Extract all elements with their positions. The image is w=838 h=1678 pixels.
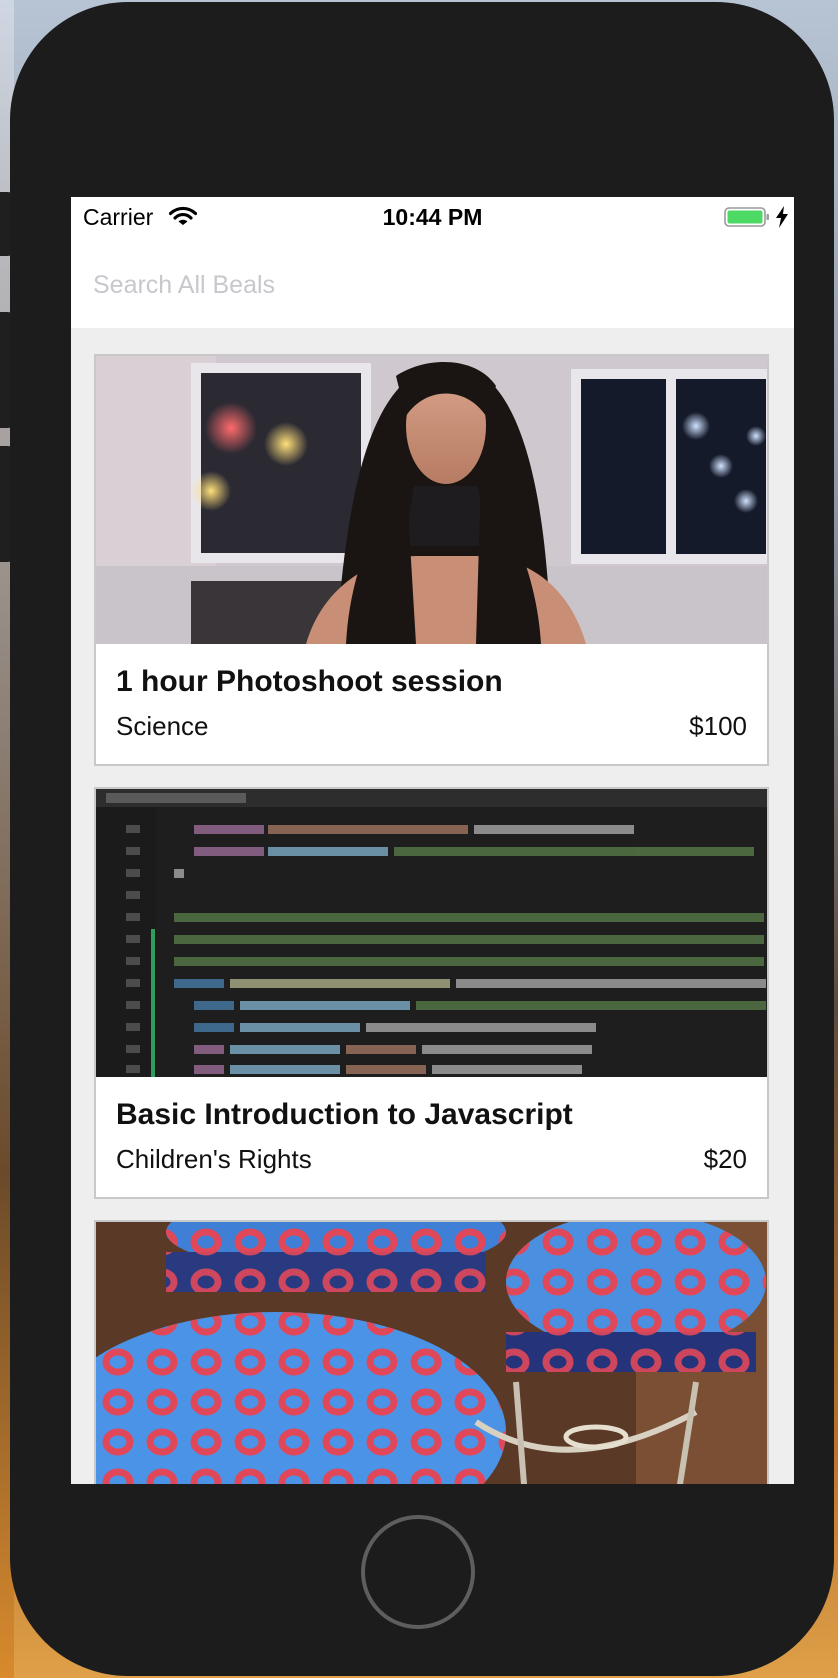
listing-image-stools	[96, 1222, 767, 1484]
status-time: 10:44 PM	[382, 204, 483, 230]
listing-card-stools[interactable]	[94, 1220, 769, 1484]
home-button[interactable]	[361, 1515, 475, 1629]
status-bar: Carrier 10:44 PM	[71, 197, 794, 237]
listing-title: 1 hour Photoshoot session	[116, 665, 503, 698]
search-bar	[71, 237, 794, 328]
listing-title: Basic Introduction to Javascript	[116, 1098, 573, 1131]
listing-category: Children's Rights	[116, 1144, 312, 1174]
charging-bolt-icon	[776, 206, 788, 228]
listing-card-javascript[interactable]: Basic Introduction to Javascript Childre…	[94, 787, 769, 1199]
listing-price: $100	[689, 711, 747, 741]
listing-card-photoshoot[interactable]: 1 hour Photoshoot session Science $100	[94, 354, 769, 766]
listing-category: Science	[116, 711, 209, 741]
listing-price: $20	[703, 1144, 747, 1174]
listing-image-code	[96, 789, 767, 1077]
search-input[interactable]	[93, 265, 753, 305]
app-screen: Carrier 10:44 PM Search All Beals 1 hour…	[71, 197, 794, 1484]
listing-image-portrait	[96, 356, 767, 644]
phone-frame: Carrier 10:44 PM Search All Beals 1 hour…	[10, 2, 834, 1676]
battery-icon	[724, 207, 769, 227]
